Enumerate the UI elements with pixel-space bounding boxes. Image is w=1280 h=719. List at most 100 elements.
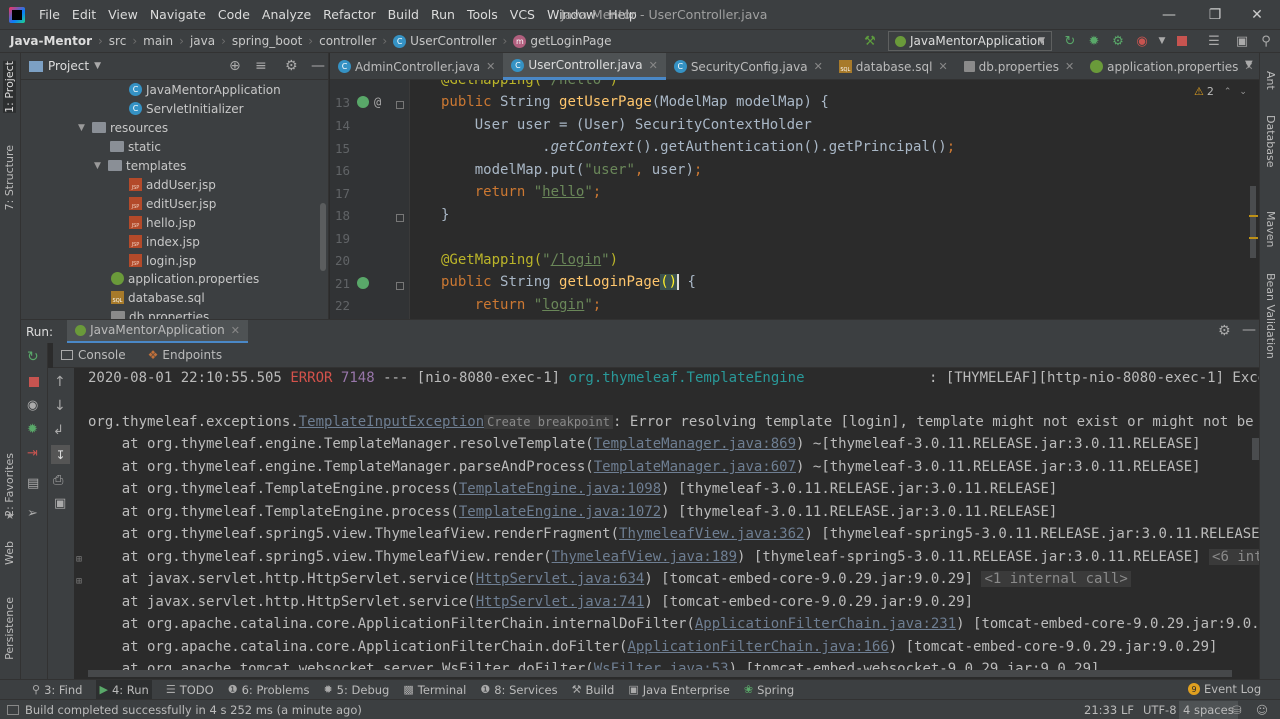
previous-highlight-icon[interactable]: ⌃ <box>1224 87 1232 97</box>
debug-icon[interactable]: ✹ <box>1086 33 1102 49</box>
stack-frame-source-link[interactable]: ApplicationFilterChain.java:231 <box>695 616 956 632</box>
line-separator[interactable]: LF <box>1121 703 1134 717</box>
tree-item[interactable]: db.properties <box>111 307 209 319</box>
indent-setting[interactable]: 4 spaces <box>1179 701 1238 719</box>
inspector-icon[interactable]: ☺ <box>1256 703 1268 717</box>
project-panel-title[interactable]: Project <box>48 59 89 73</box>
tool-problems[interactable]: ❶ 6: Problems <box>228 683 310 697</box>
tool-database[interactable]: Database <box>1264 115 1277 168</box>
caret-position[interactable]: 21:33 <box>1084 703 1117 717</box>
expand-arrow-icon[interactable]: ▼ <box>78 123 88 133</box>
breadcrumb-java[interactable]: java <box>190 34 215 48</box>
stack-frame-source-link[interactable]: TemplateManager.java:869 <box>594 436 796 452</box>
expand-arrow-icon[interactable]: ▼ <box>94 161 104 171</box>
tab-list-chevron-icon[interactable]: ▼ <box>1245 59 1253 70</box>
close-tab-icon[interactable]: ✕ <box>231 324 240 337</box>
tool-find[interactable]: ⚲ 3: Find <box>32 683 82 697</box>
tool-ant[interactable]: Ant <box>1264 71 1277 90</box>
menu-refactor[interactable]: Refactor <box>317 7 381 22</box>
scroll-to-end-icon[interactable]: ↧ <box>51 445 70 464</box>
fold-icon[interactable] <box>396 282 404 290</box>
breadcrumb-src[interactable]: src <box>109 34 127 48</box>
tab-db-properties[interactable]: db.properties ✕ <box>956 53 1083 80</box>
layout-icon[interactable]: ▤ <box>27 476 39 491</box>
close-tab-icon[interactable]: ✕ <box>938 60 947 73</box>
tool-java-enterprise[interactable]: ▣ Java Enterprise <box>628 683 730 697</box>
gear-icon[interactable]: ⚙ <box>1218 323 1231 339</box>
breadcrumb-class[interactable]: UserController <box>410 34 496 48</box>
internal-calls-toggle[interactable]: <1 internal call> <box>981 571 1131 587</box>
tree-item[interactable]: JSP index.jsp <box>129 232 200 251</box>
tool-structure[interactable]: 7: Structure <box>3 145 16 210</box>
menu-view[interactable]: View <box>102 7 144 22</box>
stack-frame-source-link[interactable]: HttpServlet.java:741 <box>476 594 645 610</box>
restore-icon[interactable]: ❐ <box>1192 0 1238 29</box>
tree-item[interactable]: SQL database.sql <box>111 288 205 307</box>
menu-build[interactable]: Build <box>382 7 425 22</box>
gear-icon[interactable]: ⚙ <box>285 58 298 74</box>
tab-security-config[interactable]: C SecurityConfig.java ✕ <box>666 53 831 80</box>
locate-icon[interactable]: ⊕ <box>229 58 241 74</box>
console-tab[interactable]: Console <box>61 348 126 362</box>
status-message[interactable]: Build completed successfully in 4 s 252 … <box>25 703 362 717</box>
build-hammer-icon[interactable]: ⚒ <box>862 33 878 49</box>
stack-frame-source-link[interactable]: TemplateManager.java:607 <box>594 459 796 475</box>
tool-persistence[interactable]: Persistence <box>3 597 16 660</box>
tab-user-controller[interactable]: C UserController.java ✕ <box>503 53 666 80</box>
tool-favorites[interactable]: 2: Favorites <box>3 453 16 517</box>
exit-icon[interactable]: ⇥ <box>27 446 38 461</box>
tab-database-sql[interactable]: SQL database.sql ✕ <box>831 53 956 80</box>
chevron-down-icon[interactable]: ▼ <box>94 61 101 71</box>
collapse-all-icon[interactable]: ≡ <box>255 58 267 74</box>
tree-item[interactable]: JSP addUser.jsp <box>129 175 216 194</box>
lock-icon[interactable]: ⛁ <box>1232 703 1242 717</box>
tool-project[interactable]: 1: Project <box>3 61 16 113</box>
tool-todo[interactable]: ☰ TODO <box>166 683 214 697</box>
tool-run[interactable]: ▶ 4: Run <box>96 679 152 700</box>
tree-item[interactable]: application.properties <box>111 269 259 288</box>
next-highlight-icon[interactable]: ⌄ <box>1239 87 1247 97</box>
tab-application-properties[interactable]: application.properties ✕ <box>1082 53 1261 80</box>
menu-navigate[interactable]: Navigate <box>144 7 212 22</box>
debug-icon[interactable]: ✹ <box>27 422 38 437</box>
spring-request-mapping-icon[interactable] <box>357 96 369 108</box>
create-breakpoint-button[interactable]: Create breakpoint <box>484 415 613 429</box>
spring-request-mapping-icon[interactable] <box>357 277 369 289</box>
stack-frame-source-link[interactable]: ThymeleafView.java:362 <box>619 526 804 542</box>
inspection-widget[interactable]: ⚠ 2 ⌃ ⌄ <box>1194 85 1247 98</box>
breadcrumb-controller[interactable]: controller <box>319 34 376 48</box>
close-tab-icon[interactable]: ✕ <box>1065 60 1074 73</box>
pin-icon[interactable]: ➢ <box>27 506 38 521</box>
coverage-icon[interactable]: ⚙ <box>1110 33 1126 49</box>
status-icon[interactable] <box>7 704 19 715</box>
tool-web[interactable]: Web <box>3 541 16 565</box>
minimize-icon[interactable]: — <box>1146 0 1192 29</box>
project-structure-icon[interactable]: ▣ <box>1234 33 1250 49</box>
endpoints-tab[interactable]: ❖ Endpoints <box>148 348 222 362</box>
tree-item[interactable]: ▼ templates <box>94 156 186 175</box>
print-icon[interactable]: ⎙ <box>53 473 63 488</box>
tool-event-log[interactable]: 9 Event Log <box>1188 682 1261 696</box>
menu-run[interactable]: Run <box>425 7 461 22</box>
tree-item[interactable]: ▼ resources <box>78 118 168 137</box>
console-scrollbar[interactable] <box>1252 438 1259 460</box>
tree-item[interactable]: JSP hello.jsp <box>129 213 196 232</box>
menu-file[interactable]: File <box>33 7 66 22</box>
stop-icon[interactable] <box>29 377 39 387</box>
tool-maven[interactable]: Maven <box>1264 211 1277 247</box>
tool-debug[interactable]: ✹ 5: Debug <box>323 683 389 697</box>
stack-frame-source-link[interactable]: TemplateEngine.java:1098 <box>459 481 661 497</box>
tree-item[interactable]: JSP editUser.jsp <box>129 194 216 213</box>
tool-services[interactable]: ❶ 8: Services <box>480 683 557 697</box>
breadcrumb-main[interactable]: main <box>143 34 173 48</box>
tool-spring[interactable]: ❀ Spring <box>744 683 794 697</box>
error-stripe-mark[interactable] <box>1249 237 1258 239</box>
close-tab-icon[interactable]: ✕ <box>486 60 495 73</box>
hide-icon[interactable]: — <box>1242 322 1256 338</box>
file-encoding[interactable]: UTF-8 <box>1143 703 1177 717</box>
error-stripe-mark[interactable] <box>1249 215 1258 217</box>
stack-frame-source-link[interactable]: HttpServlet.java:634 <box>476 571 645 587</box>
code-editor[interactable]: @GetMapping("/hello") public String getU… <box>411 80 1249 319</box>
expand-icon[interactable]: ⊞ <box>76 554 82 565</box>
vcs-icon[interactable]: ☰ <box>1206 33 1222 49</box>
